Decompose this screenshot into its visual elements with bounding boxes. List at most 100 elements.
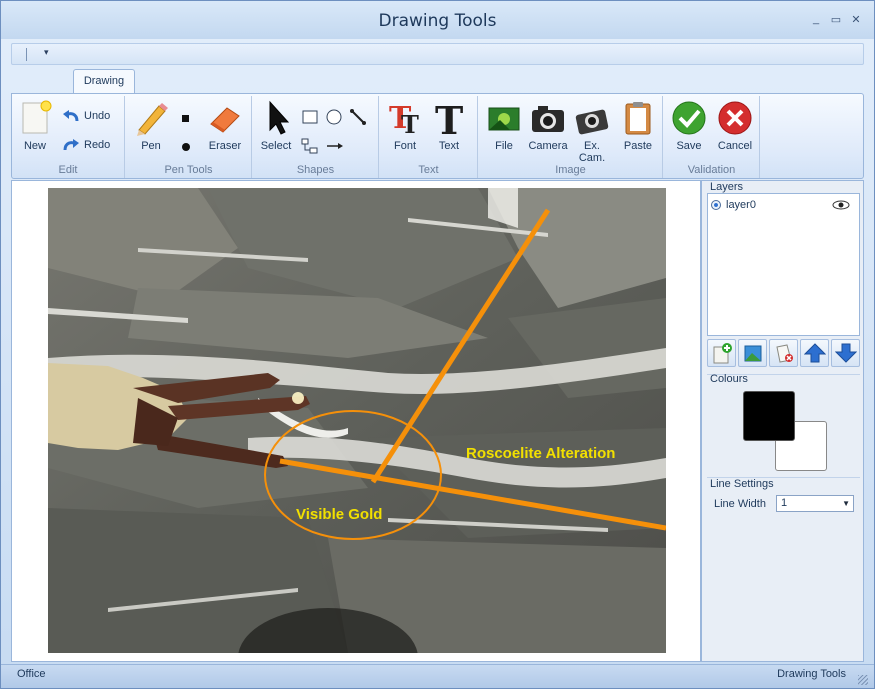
select-label: Select (260, 140, 292, 152)
text-button[interactable]: T Text (428, 98, 470, 156)
window-title: Drawing Tools (378, 11, 497, 31)
line-width-select[interactable]: 1 ▼ (775, 495, 854, 512)
ex-cam-label: Ex. Cam. (578, 140, 606, 164)
qat-separator (26, 48, 27, 61)
picture-icon (486, 100, 522, 136)
redo-button[interactable]: Redo (62, 135, 110, 155)
status-right-text: Drawing Tools (777, 668, 846, 680)
add-layer-button[interactable] (707, 339, 736, 367)
image-group-label: Image (555, 164, 586, 176)
text-icon: T (431, 98, 467, 143)
line-width-label: Line Width (714, 497, 766, 510)
external-camera-button[interactable]: Ex. Cam. (571, 98, 613, 164)
close-button[interactable]: ✕ (850, 13, 862, 26)
text-group-label: Text (418, 164, 439, 176)
rock-photo: Roscoelite Alteration Visible Gold (48, 188, 666, 653)
rectangle-shape-button[interactable] (301, 107, 319, 127)
pen-tools-group-label: Pen Tools (164, 164, 213, 176)
cancel-button[interactable]: Cancel (714, 98, 756, 156)
pen-button[interactable]: Pen (130, 98, 172, 156)
add-layer-icon (713, 343, 732, 364)
clipboard-icon (620, 100, 656, 136)
ribbon: New Undo Redo Edit Pen Eraser Pen Tools … (11, 93, 864, 179)
undo-button[interactable]: Undo (62, 106, 110, 126)
resize-grip[interactable] (858, 675, 868, 685)
external-camera-icon (574, 100, 610, 136)
right-panel: Layers layer0 Colours Line Settings Line… (701, 180, 864, 662)
visible-gold-annotation[interactable]: Visible Gold (296, 506, 382, 523)
redo-label: Redo (84, 139, 111, 151)
app-window: Drawing Tools _ ▭ ✕ ▾ Drawing New Undo R… (0, 0, 875, 689)
font-label: Font (393, 140, 416, 152)
camera-icon (530, 100, 566, 136)
arrow-down-icon (834, 343, 857, 363)
pen-tools-group: Pen Eraser Pen Tools (126, 96, 252, 178)
layer-select-radio[interactable] (711, 200, 721, 210)
cancel-x-icon (717, 100, 753, 136)
primary-color-swatch[interactable] (743, 391, 795, 441)
layer-toolbar (707, 339, 860, 367)
eraser-label: Eraser (208, 140, 242, 152)
layer-name: layer0 (726, 199, 756, 211)
arrow-cursor-icon (258, 100, 294, 136)
eraser-icon (207, 100, 243, 136)
edit-group-label: Edit (58, 164, 78, 176)
validation-group: Save Cancel Validation (664, 96, 760, 178)
quick-access-toolbar: ▾ (11, 43, 864, 65)
rectangle-icon (302, 110, 318, 124)
tab-drawing[interactable]: Drawing (73, 69, 135, 94)
new-document-icon (17, 100, 53, 136)
eye-icon[interactable] (832, 199, 850, 211)
delete-layer-icon (775, 344, 793, 363)
qat-customize-dropdown[interactable]: ▾ (44, 47, 49, 58)
line-width-value: 1 (780, 497, 788, 509)
svg-text:T: T (401, 110, 419, 136)
image-group: File Camera Ex. Cam. Paste Image (479, 96, 663, 178)
window-controls: _ ▭ ✕ (810, 13, 862, 26)
new-button[interactable]: New (14, 98, 56, 156)
move-layer-up-button[interactable] (800, 339, 829, 367)
connector-shape-button[interactable] (301, 136, 319, 156)
svg-text:T: T (435, 100, 463, 136)
roscoelite-annotation[interactable]: Roscoelite Alteration (466, 445, 615, 462)
paste-button[interactable]: Paste (617, 98, 659, 156)
image-layer-icon (744, 345, 761, 362)
image-layer-button[interactable] (738, 339, 767, 367)
move-layer-down-button[interactable] (831, 339, 860, 367)
layer-item[interactable]: layer0 (711, 197, 856, 213)
colours-section (707, 381, 860, 476)
square-brush-button[interactable] (182, 108, 189, 128)
square-brush-icon (182, 114, 189, 122)
font-button[interactable]: TT Font (384, 98, 426, 156)
maximize-button[interactable]: ▭ (830, 13, 842, 26)
minimize-button[interactable]: _ (810, 13, 822, 26)
line-shape-button[interactable] (349, 107, 367, 127)
delete-layer-button[interactable] (769, 339, 798, 367)
pen-icon (133, 100, 169, 136)
layers-list: layer0 (707, 193, 860, 336)
select-button[interactable]: Select (255, 98, 297, 156)
drawing-canvas[interactable]: Roscoelite Alteration Visible Gold (11, 180, 701, 662)
arrow-right-icon (327, 143, 343, 149)
undo-icon (63, 110, 79, 122)
ellipse-icon (326, 109, 342, 125)
round-brush-button[interactable] (182, 137, 190, 157)
cancel-label: Cancel (717, 140, 753, 152)
file-label: File (495, 140, 513, 152)
eraser-button[interactable]: Eraser (204, 98, 246, 156)
ellipse-shape-button[interactable] (325, 107, 343, 127)
status-bar: Office Drawing Tools (1, 664, 874, 688)
validation-group-label: Validation (687, 164, 736, 176)
status-left-text: Office (17, 668, 46, 680)
arrow-shape-button[interactable] (325, 136, 345, 156)
file-image-button[interactable]: File (483, 98, 525, 156)
paste-label: Paste (623, 140, 653, 152)
text-label: Text (438, 140, 460, 152)
layers-title: Layers (710, 181, 744, 193)
camera-button[interactable]: Camera (527, 98, 569, 156)
text-group: TT Font T Text Text (380, 96, 478, 178)
redo-icon (63, 139, 79, 151)
photo-scene: Roscoelite Alteration Visible Gold (48, 188, 666, 653)
line-width-row: Line Width 1 ▼ (714, 495, 854, 512)
save-button[interactable]: Save (668, 98, 710, 156)
